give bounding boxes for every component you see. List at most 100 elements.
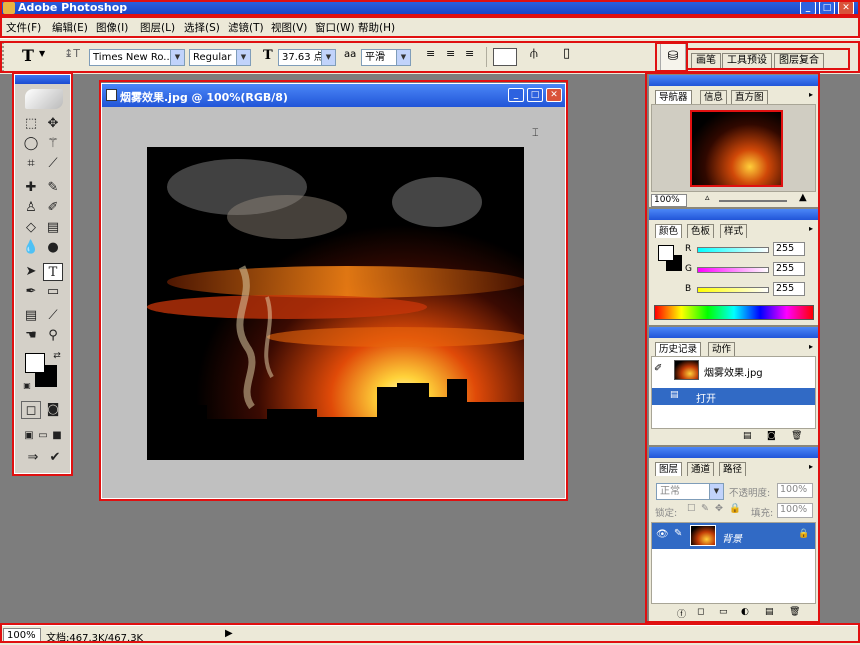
blue-value-field[interactable]: 255 xyxy=(773,282,805,296)
text-color-swatch[interactable] xyxy=(493,48,517,66)
align-left-icon[interactable]: ≡ xyxy=(426,47,435,60)
new-snapshot-icon[interactable]: ◙ xyxy=(767,431,776,441)
tab-channels[interactable]: 通道 xyxy=(687,462,715,476)
clone-stamp-icon[interactable]: ♙ xyxy=(21,199,41,217)
color-spectrum-ramp[interactable] xyxy=(654,305,814,320)
menu-window[interactable]: 窗口(W) xyxy=(315,20,355,35)
layer-style-icon[interactable]: ⓕ xyxy=(677,607,686,620)
menu-filter[interactable]: 滤镜(T) xyxy=(228,20,264,35)
blue-slider[interactable] xyxy=(697,287,769,293)
tool-preset-picker[interactable]: T xyxy=(22,46,34,65)
lock-position-icon[interactable]: ✥ xyxy=(715,503,723,514)
new-group-icon[interactable]: ▭ xyxy=(719,607,728,617)
type-tool-icon[interactable]: T xyxy=(43,263,63,281)
layer-row-background[interactable]: 👁 ✎ 背景 🔒 xyxy=(652,523,815,549)
tab-history[interactable]: 历史记录 xyxy=(655,342,702,356)
color-foreground-swatch[interactable] xyxy=(658,245,674,261)
tab-swatches[interactable]: 色板 xyxy=(687,224,715,238)
font-family-select[interactable]: Times New Ro... ▼ xyxy=(89,49,185,66)
layers-palette-header[interactable] xyxy=(649,447,818,458)
navigator-thumbnail[interactable] xyxy=(690,110,783,187)
red-value-field[interactable]: 255 xyxy=(773,242,805,256)
lock-transparency-icon[interactable]: ☐ xyxy=(687,503,696,514)
eye-icon[interactable]: 👁 xyxy=(656,529,669,540)
tab-histogram[interactable]: 直方图 xyxy=(731,90,768,104)
history-palette-header[interactable] xyxy=(649,327,818,338)
delete-layer-icon[interactable]: 🗑 xyxy=(789,607,800,617)
tab-info[interactable]: 信息 xyxy=(700,90,728,104)
slice-tool-icon[interactable]: ⟋ xyxy=(43,155,63,173)
opacity-field[interactable]: 100% xyxy=(777,483,813,498)
blend-mode-select[interactable]: 正常 ▼ xyxy=(656,483,724,500)
hand-tool-icon[interactable]: ☚ xyxy=(21,327,41,345)
font-style-select[interactable]: Regular ▼ xyxy=(189,49,251,66)
document-title-bar[interactable]: 烟雾效果.jpg @ 100%(RGB/8) _ □ ✕ xyxy=(102,84,565,107)
screen-mode-full-icon[interactable]: ■ xyxy=(47,427,67,445)
quick-mask-icon[interactable]: ◙ xyxy=(43,401,63,419)
foreground-color-swatch[interactable] xyxy=(25,353,45,373)
move-tool-icon[interactable]: ✥ xyxy=(43,115,63,133)
menu-layer[interactable]: 图层(L) xyxy=(140,20,175,35)
path-selection-icon[interactable]: ➤ xyxy=(21,263,41,281)
status-menu-arrow-icon[interactable]: ▶ xyxy=(225,628,233,639)
new-document-from-state-icon[interactable]: ▤ xyxy=(743,431,752,441)
color-palette-header[interactable] xyxy=(649,209,818,220)
lock-all-icon[interactable]: 🔒 xyxy=(729,503,741,514)
menu-file[interactable]: 文件(F) xyxy=(6,20,41,35)
tab-styles[interactable]: 样式 xyxy=(720,224,748,238)
navigator-palette-header[interactable] xyxy=(649,75,818,86)
adjustment-layer-icon[interactable]: ◐ xyxy=(741,607,749,617)
toolbox-header[interactable] xyxy=(15,75,70,84)
eraser-tool-icon[interactable]: ◇ xyxy=(21,219,41,237)
document-maximize-button[interactable]: □ xyxy=(527,88,543,102)
check-icon[interactable]: ✔ xyxy=(45,449,65,467)
snapshot-label[interactable]: 烟雾效果.jpg xyxy=(704,364,763,379)
imageready-jump-icon[interactable]: ⇒ xyxy=(23,449,43,467)
menu-help[interactable]: 帮助(H) xyxy=(358,20,395,35)
dodge-tool-icon[interactable]: ● xyxy=(43,239,63,257)
healing-brush-icon[interactable]: ✚ xyxy=(21,179,41,197)
align-right-icon[interactable]: ≡ xyxy=(465,47,474,60)
palette-menu-icon[interactable]: ▸ xyxy=(809,462,813,471)
menu-image[interactable]: 图像(I) xyxy=(96,20,128,35)
warp-text-icon[interactable]: ⫛ xyxy=(530,46,538,61)
maximize-button[interactable]: □ xyxy=(819,1,835,15)
zoom-in-icon[interactable]: ▲ xyxy=(799,192,807,203)
palette-menu-icon[interactable]: ▸ xyxy=(809,224,813,233)
tab-layer-comps[interactable]: 图层复合 xyxy=(774,53,824,68)
pen-tool-icon[interactable]: ✒ xyxy=(21,283,41,301)
green-slider[interactable] xyxy=(697,267,769,273)
tab-brushes[interactable]: 画笔 xyxy=(691,53,721,68)
palette-menu-icon[interactable]: ▸ xyxy=(809,90,813,99)
crop-tool-icon[interactable]: ⌗ xyxy=(21,155,41,173)
brush-link-icon[interactable]: ✎ xyxy=(674,528,682,539)
tab-actions[interactable]: 动作 xyxy=(708,342,736,356)
zoom-tool-icon[interactable]: ⚲ xyxy=(43,327,63,345)
new-layer-icon[interactable]: ▤ xyxy=(765,607,774,617)
default-colors-icon[interactable]: ▣ xyxy=(17,377,37,395)
document-close-button[interactable]: ✕ xyxy=(546,88,562,102)
antialias-select[interactable]: 平滑 ▼ xyxy=(361,49,411,66)
blur-tool-icon[interactable]: 💧 xyxy=(21,239,41,257)
magic-wand-tool-icon[interactable]: ⚚ xyxy=(43,135,63,153)
tab-paths[interactable]: 路径 xyxy=(719,462,747,476)
zoom-out-icon[interactable]: ▵ xyxy=(705,193,710,203)
marquee-tool-icon[interactable]: ⬚ xyxy=(21,115,41,133)
feather-logo-icon[interactable] xyxy=(25,89,63,109)
history-brush-source-icon[interactable]: ✐ xyxy=(654,363,662,374)
brush-tool-icon[interactable]: ✎ xyxy=(43,179,63,197)
align-center-icon[interactable]: ≡ xyxy=(446,47,455,60)
file-browser-icon[interactable]: ⛁ xyxy=(660,43,686,71)
tab-tool-presets[interactable]: 工具预设 xyxy=(722,53,772,68)
shape-tool-icon[interactable]: ▭ xyxy=(43,283,63,301)
chevron-down-icon[interactable]: ▼ xyxy=(39,49,45,58)
lock-image-icon[interactable]: ✎ xyxy=(701,503,709,514)
red-slider[interactable] xyxy=(697,247,769,253)
palettes-toggle-icon[interactable]: ▯ xyxy=(563,46,570,61)
lasso-tool-icon[interactable]: ◯ xyxy=(21,135,41,153)
text-orientation-icon[interactable]: ↨T xyxy=(64,47,80,60)
navigator-zoom-field[interactable]: 100% xyxy=(651,194,687,207)
menu-edit[interactable]: 编辑(E) xyxy=(52,20,88,35)
close-button[interactable]: ✕ xyxy=(838,1,854,15)
tab-navigator[interactable]: 导航器 xyxy=(655,90,692,104)
